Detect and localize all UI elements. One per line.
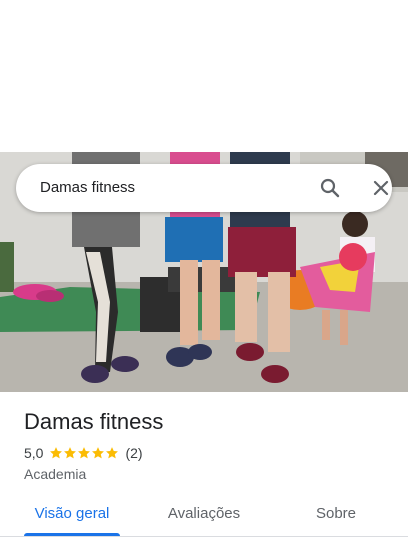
rating-row[interactable]: 5,0 (2) bbox=[24, 444, 143, 462]
star-rating bbox=[49, 446, 119, 460]
tab-about[interactable]: Sobre bbox=[296, 496, 376, 532]
rating-value: 5,0 bbox=[24, 445, 44, 461]
star-icon bbox=[92, 447, 105, 459]
top-blank-area bbox=[0, 0, 408, 152]
place-tabs: Visão geral Avaliações Sobre bbox=[0, 496, 408, 544]
star-icon bbox=[78, 447, 91, 459]
search-icon[interactable] bbox=[318, 176, 342, 200]
search-query-text[interactable]: Damas fitness bbox=[40, 164, 135, 212]
star-icon bbox=[50, 447, 63, 459]
star-icon bbox=[106, 447, 119, 459]
place-title: Damas fitness bbox=[24, 409, 164, 434]
search-bar[interactable]: Damas fitness bbox=[16, 164, 392, 212]
tabs-divider bbox=[0, 536, 408, 537]
review-count[interactable]: (2) bbox=[125, 445, 142, 461]
close-icon[interactable] bbox=[369, 176, 393, 200]
place-category: Academia bbox=[24, 466, 87, 482]
tab-overview[interactable]: Visão geral bbox=[24, 496, 120, 532]
tab-reviews[interactable]: Avaliações bbox=[156, 496, 252, 532]
star-icon bbox=[64, 447, 77, 459]
